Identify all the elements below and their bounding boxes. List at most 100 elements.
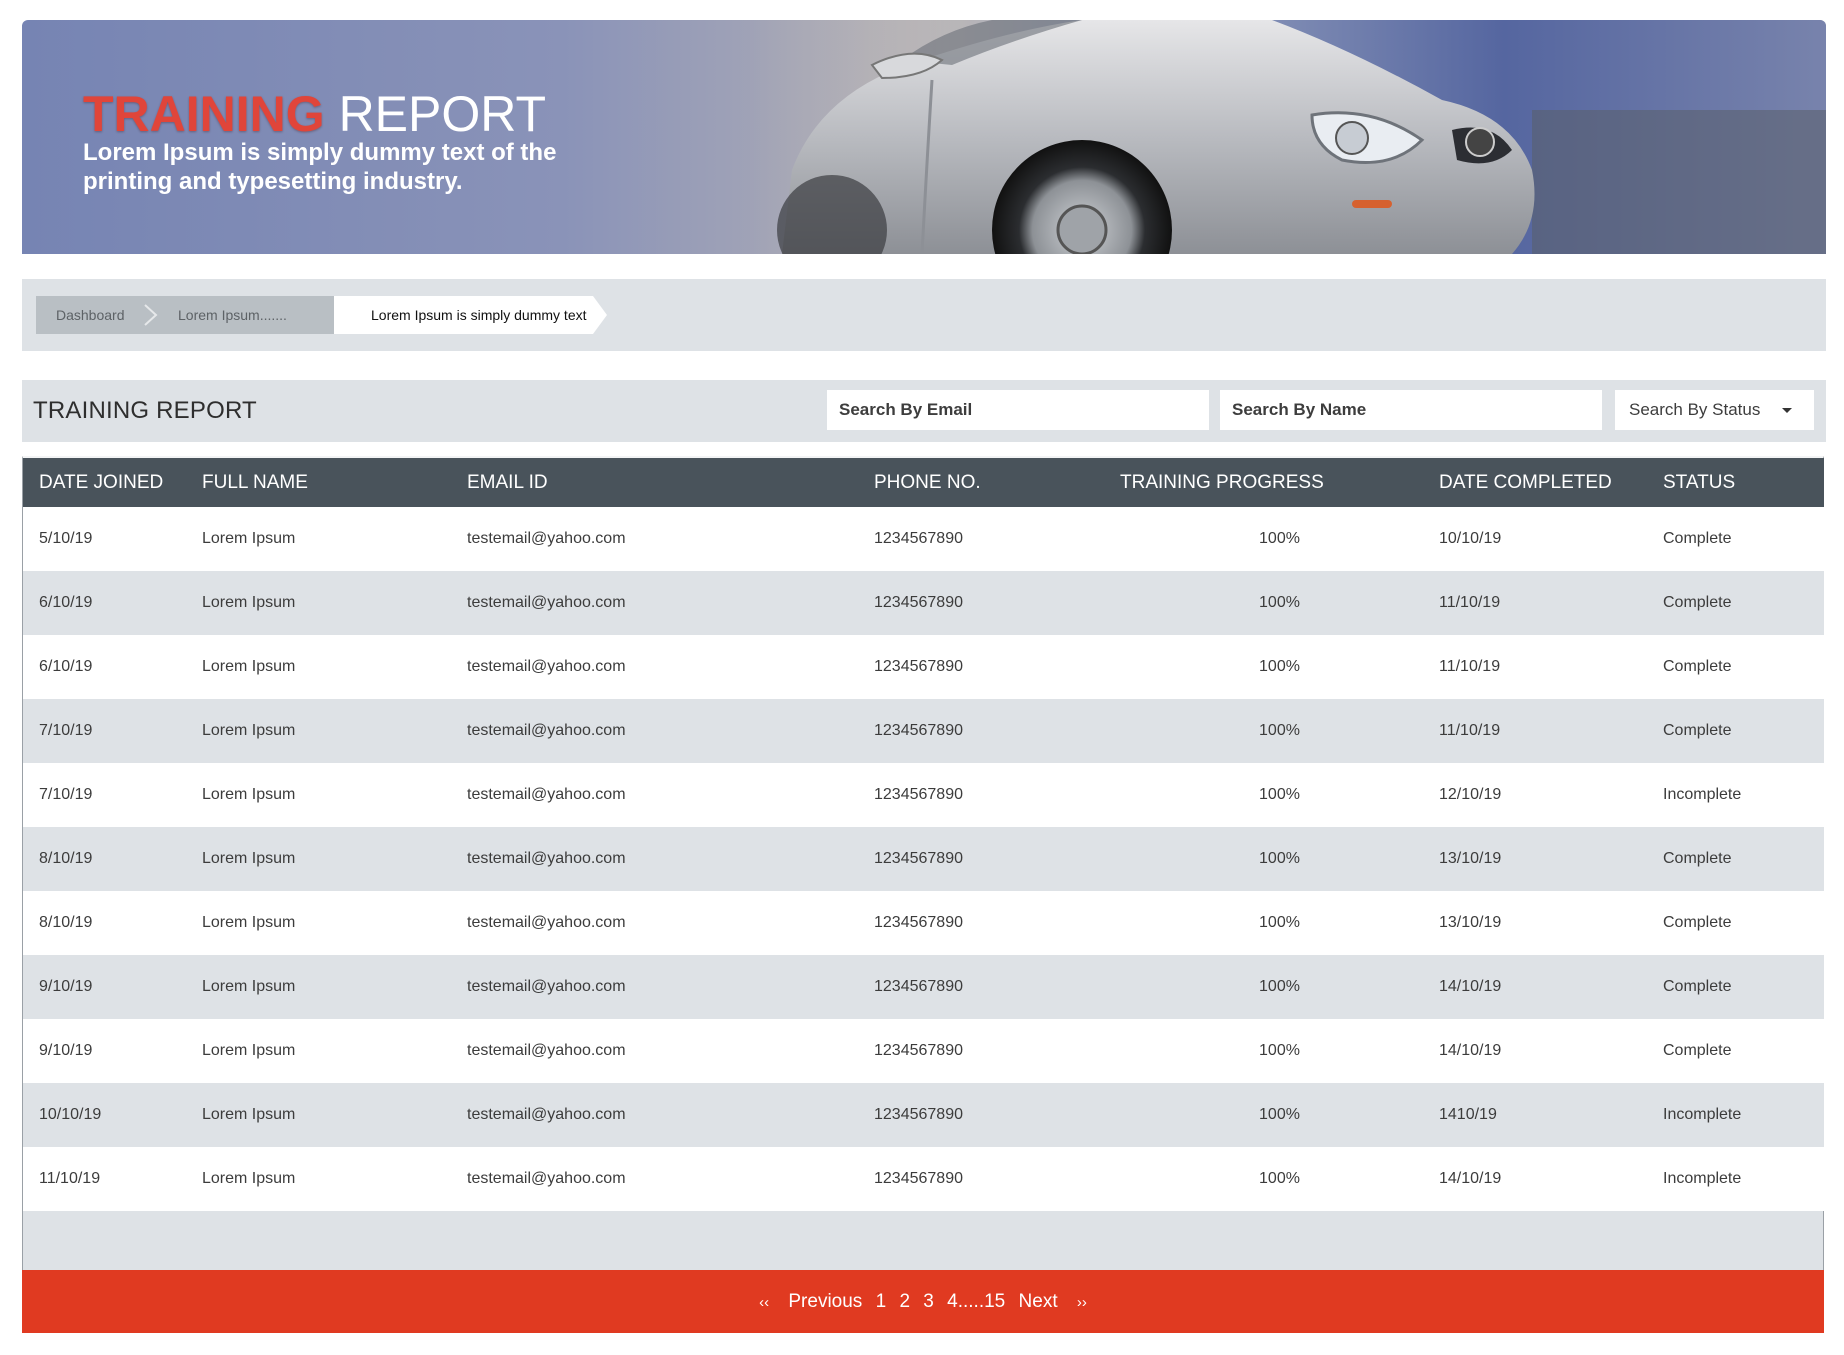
- page-button-1[interactable]: 1: [876, 1270, 887, 1333]
- email-cell: testemail@yahoo.com: [467, 850, 626, 867]
- table-row[interactable]: 9/10/19 Lorem Ipsum testemail@yahoo.com 123…: [23, 1019, 1824, 1083]
- date-completed-cell: 13/10/19: [1439, 850, 1502, 867]
- email-cell: testemail@yahoo.com: [467, 1170, 626, 1187]
- full-name-cell: Lorem Ipsum: [202, 594, 296, 611]
- status-cell: Incomplete: [1663, 786, 1742, 803]
- date-joined-cell: 6/10/19: [39, 594, 93, 611]
- full-name-cell: Lorem Ipsum: [202, 722, 296, 739]
- table-row[interactable]: 10/10/19 Lorem Ipsum testemail@yahoo.com 12…: [23, 1083, 1824, 1147]
- column-header-date-joined[interactable]: DATE JOINED: [23, 458, 202, 507]
- date-joined-cell: 7/10/19: [39, 722, 93, 739]
- date-completed-cell: 11/10/19: [1439, 722, 1501, 739]
- page-title: TRAINING REPORT: [33, 397, 257, 424]
- page-button-3[interactable]: 3: [923, 1270, 934, 1333]
- column-header-full-name[interactable]: FULL NAME: [202, 458, 467, 507]
- table-row[interactable]: 9/10/19 Lorem Ipsum testemail@yahoo.com 123…: [23, 955, 1824, 1019]
- status-cell: Complete: [1663, 530, 1732, 547]
- phone-cell: 1234567890: [874, 850, 963, 867]
- training-progress-cell: 100%: [1259, 978, 1300, 995]
- breadcrumb: Dashboard Lorem Ipsum....... Lorem Ipsum…: [36, 296, 1036, 334]
- banner-title-accent: TRAINING: [83, 86, 325, 142]
- hero-banner: TRAINING REPORT Lorem Ipsum is simply du…: [22, 20, 1826, 254]
- status-filter-select[interactable]: Search By Status: [1615, 390, 1814, 430]
- training-progress-cell: 100%: [1259, 1106, 1300, 1123]
- table-body: 5/10/19 Lorem Ipsum testemail@yahoo.com 123…: [23, 507, 1824, 1211]
- column-header-phone[interactable]: PHONE NO.: [874, 458, 1120, 507]
- email-cell: testemail@yahoo.com: [467, 914, 626, 931]
- date-completed-cell: 1410/19: [1439, 1106, 1497, 1123]
- breadcrumb-bar: Dashboard Lorem Ipsum....... Lorem Ipsum…: [22, 279, 1826, 351]
- date-completed-cell: 11/10/19: [1439, 658, 1501, 675]
- search-name-input[interactable]: [1220, 390, 1602, 430]
- previous-page-button[interactable]: Previous: [788, 1270, 862, 1333]
- date-joined-cell: 10/10/19: [39, 1106, 102, 1123]
- phone-cell: 1234567890: [874, 914, 963, 931]
- date-completed-cell: 12/10/19: [1439, 786, 1502, 803]
- table-row[interactable]: 5/10/19 Lorem Ipsum testemail@yahoo.com 123…: [23, 507, 1824, 571]
- full-name-cell: Lorem Ipsum: [202, 1106, 296, 1123]
- phone-cell: 1234567890: [874, 658, 963, 675]
- column-header-date-completed[interactable]: DATE COMPLETED: [1439, 458, 1663, 507]
- training-progress-cell: 100%: [1259, 722, 1300, 739]
- status-cell: Complete: [1663, 658, 1732, 675]
- status-filter-label: Search By Status: [1629, 400, 1761, 419]
- phone-cell: 1234567890: [874, 530, 963, 547]
- date-completed-cell: 10/10/19: [1439, 530, 1502, 547]
- date-completed-cell: 11/10/19: [1439, 594, 1501, 611]
- banner-title: TRAINING REPORT: [83, 84, 546, 144]
- full-name-cell: Lorem Ipsum: [202, 786, 296, 803]
- breadcrumb-current-segment-tip: [593, 296, 607, 334]
- banner-subtitle: Lorem Ipsum is simply dummy text of the …: [83, 139, 557, 195]
- next-page-button[interactable]: Next: [1019, 1270, 1058, 1333]
- date-completed-cell: 14/10/19: [1439, 1170, 1502, 1187]
- training-progress-cell: 100%: [1259, 658, 1300, 675]
- status-cell: Complete: [1663, 914, 1732, 931]
- page-button-range[interactable]: 4.....15: [947, 1270, 1005, 1333]
- date-joined-cell: 5/10/19: [39, 530, 93, 547]
- email-cell: testemail@yahoo.com: [467, 786, 626, 803]
- email-cell: testemail@yahoo.com: [467, 978, 626, 995]
- table-row[interactable]: 11/10/19 Lorem Ipsum testemail@yahoo.com 12…: [23, 1147, 1824, 1211]
- table-row[interactable]: 6/10/19 Lorem Ipsum testemail@yahoo.com 123…: [23, 635, 1824, 699]
- date-completed-cell: 14/10/19: [1439, 1042, 1502, 1059]
- search-email-input[interactable]: [827, 390, 1209, 430]
- phone-cell: 1234567890: [874, 978, 963, 995]
- table-row[interactable]: 8/10/19 Lorem Ipsum testemail@yahoo.com 123…: [23, 827, 1824, 891]
- table-row[interactable]: 6/10/19 Lorem Ipsum testemail@yahoo.com 123…: [23, 571, 1824, 635]
- table-row[interactable]: 7/10/19 Lorem Ipsum testemail@yahoo.com 123…: [23, 763, 1824, 827]
- phone-cell: 1234567890: [874, 1170, 963, 1187]
- date-joined-cell: 9/10/19: [39, 978, 93, 995]
- breadcrumb-item-section[interactable]: Lorem Ipsum.......: [178, 296, 287, 334]
- email-cell: testemail@yahoo.com: [467, 1106, 626, 1123]
- car-photo: [752, 20, 1826, 254]
- breadcrumb-item-dashboard[interactable]: Dashboard: [56, 296, 125, 334]
- date-joined-cell: 6/10/19: [39, 658, 93, 675]
- phone-cell: 1234567890: [874, 786, 963, 803]
- training-table: DATE JOINED FULL NAME EMAIL ID PHONE NO.…: [22, 456, 1824, 1333]
- full-name-cell: Lorem Ipsum: [202, 850, 296, 867]
- phone-cell: 1234567890: [874, 594, 963, 611]
- column-header-email[interactable]: EMAIL ID: [467, 458, 874, 507]
- page-button-2[interactable]: 2: [899, 1270, 910, 1333]
- status-cell: Complete: [1663, 978, 1732, 995]
- double-chevron-right-icon[interactable]: ››: [1077, 1271, 1087, 1334]
- full-name-cell: Lorem Ipsum: [202, 658, 296, 675]
- double-chevron-left-icon[interactable]: ‹‹: [759, 1271, 769, 1334]
- status-cell: Incomplete: [1663, 1106, 1742, 1123]
- column-header-training-progress[interactable]: TRAINING PROGRESS: [1120, 458, 1439, 507]
- date-completed-cell: 13/10/19: [1439, 914, 1502, 931]
- status-cell: Complete: [1663, 1042, 1732, 1059]
- date-joined-cell: 9/10/19: [39, 1042, 93, 1059]
- column-header-status[interactable]: STATUS: [1663, 458, 1824, 507]
- training-progress-cell: 100%: [1259, 530, 1300, 547]
- report-toolbar: TRAINING REPORT Search By Status: [22, 380, 1826, 442]
- date-joined-cell: 8/10/19: [39, 850, 93, 867]
- table-row[interactable]: 8/10/19 Lorem Ipsum testemail@yahoo.com 123…: [23, 891, 1824, 955]
- chevron-right-icon: [144, 304, 158, 326]
- email-cell: testemail@yahoo.com: [467, 530, 626, 547]
- table-row[interactable]: 7/10/19 Lorem Ipsum testemail@yahoo.com 123…: [23, 699, 1824, 763]
- training-progress-cell: 100%: [1259, 914, 1300, 931]
- status-cell: Complete: [1663, 722, 1732, 739]
- status-cell: Complete: [1663, 850, 1732, 867]
- training-progress-cell: 100%: [1259, 1170, 1300, 1187]
